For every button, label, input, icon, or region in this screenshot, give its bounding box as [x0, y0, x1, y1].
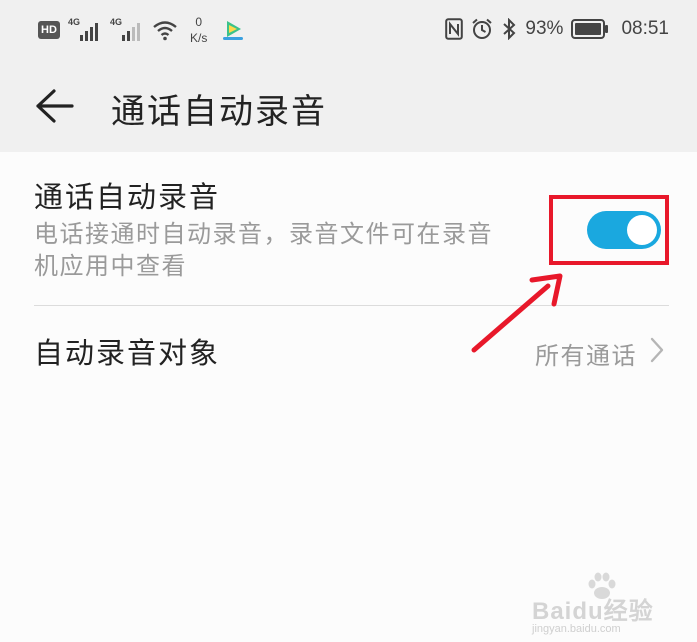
app-icon [223, 21, 244, 40]
highlight-box [549, 195, 669, 265]
bluetooth-icon [503, 18, 516, 40]
battery-icon [571, 19, 609, 39]
clock: 08:51 [621, 18, 669, 39]
nfc-icon [445, 18, 464, 40]
status-bar-right: 93% 08:51 [445, 14, 669, 44]
app-bar: 通话自动录音 [0, 60, 697, 152]
auto-record-target-label: 自动录音对象 [34, 336, 221, 370]
annotation-arrow [471, 273, 563, 353]
network-speed-value: 0 [195, 15, 203, 29]
auto-record-target-setting[interactable]: 自动录音对象 所有通话 [0, 306, 697, 398]
settings-content: 通话自动录音 电话接通时自动录音，录音文件可在录音 机应用中查看 自动录音对象 … [0, 152, 697, 642]
back-button[interactable] [28, 82, 80, 130]
status-bar: HD 4G 4G 0 K/s 93% 08:51 [0, 0, 697, 60]
description-line-2: 机应用中查看 [34, 252, 187, 280]
auto-record-title: 通话自动录音 [34, 180, 221, 214]
watermark-url: jingyan.baidu.com [532, 623, 621, 635]
arrow-left-icon [36, 89, 74, 123]
wifi-icon [153, 21, 177, 41]
status-bar-left: HD 4G 4G 0 K/s [38, 12, 245, 48]
network-speed-unit: K/s [190, 31, 208, 45]
page-title: 通话自动录音 [111, 92, 327, 132]
network-type: 4G [68, 17, 81, 27]
baidu-watermark: Baidu经验 jingyan.baidu.com [532, 572, 682, 635]
network-type: 4G [110, 17, 123, 27]
chevron-right-icon [650, 337, 664, 363]
alarm-icon [472, 18, 493, 39]
signal-icon: 4G [110, 17, 144, 43]
battery-percent: 93% [525, 18, 564, 39]
auto-record-setting: 通话自动录音 电话接通时自动录音，录音文件可在录音 机应用中查看 [0, 152, 697, 306]
description-line-1: 电话接通时自动录音，录音文件可在录音 [34, 220, 493, 248]
watermark-brand: Baidu经验 [532, 598, 654, 625]
hd-icon: HD [38, 21, 60, 39]
signal-icon: 4G [68, 17, 102, 43]
network-speed: 0 K/s [190, 14, 207, 46]
